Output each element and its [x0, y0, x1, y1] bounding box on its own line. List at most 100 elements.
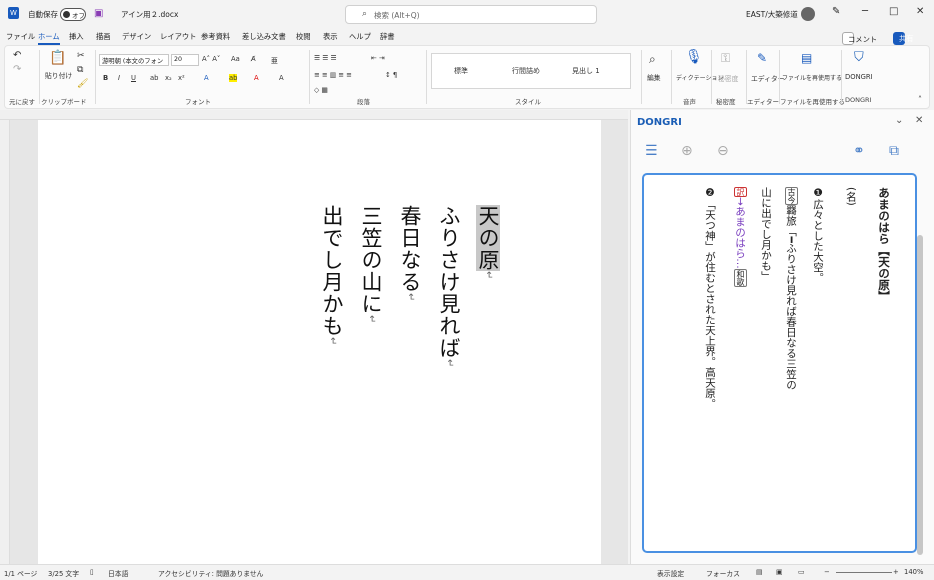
document-page[interactable]: 天の原↵ ふりさけ見れば↵ 春日なる↵ 三笠の山に↵ 出でし月かも↵: [38, 120, 601, 564]
bullets-icon[interactable]: ☰ ☰ ☰: [314, 54, 337, 62]
style-normal[interactable]: 標準: [454, 66, 468, 76]
maximize-button[interactable]: □: [889, 6, 898, 17]
copy-icon[interactable]: ⧉: [77, 65, 83, 75]
sensitivity-icon[interactable]: ⚿: [721, 51, 730, 66]
focus-mode[interactable]: フォーカス: [706, 568, 740, 578]
bold-icon[interactable]: B: [103, 74, 108, 82]
subscript-icon[interactable]: x₂: [165, 74, 172, 82]
tab-draw[interactable]: 描画: [96, 32, 111, 42]
zoom-out-icon[interactable]: −: [824, 568, 830, 576]
display-settings[interactable]: 表示設定: [657, 568, 684, 578]
phonetic-icon[interactable]: 亜: [271, 55, 278, 65]
poem-line[interactable]: 三笠の山に↵: [356, 205, 386, 324]
read-mode-icon[interactable]: ▤: [756, 568, 762, 576]
close-button[interactable]: ✕: [916, 6, 924, 17]
collapse-ribbon-icon[interactable]: ˄: [918, 95, 922, 104]
dictate-label[interactable]: ディクテーション: [676, 73, 723, 82]
underline-icon[interactable]: U: [131, 74, 136, 82]
word-count[interactable]: 3/25 文字: [48, 568, 79, 578]
poem-line[interactable]: 出でし月かも↵: [317, 205, 347, 346]
tab-mailings[interactable]: 差し込み文書: [242, 32, 286, 42]
paste-icon[interactable]: 📋: [49, 50, 66, 66]
reuse-file-icon[interactable]: ▤: [801, 51, 812, 65]
search-box[interactable]: ⌕ 検索 (Alt+Q): [345, 5, 597, 24]
italic-icon[interactable]: I: [118, 74, 120, 82]
poem-text: 春日なる: [398, 205, 422, 293]
grow-font-icon[interactable]: A˄ A˅: [202, 55, 220, 63]
menu-collapse-icon[interactable]: ☰: [645, 143, 658, 159]
page-count[interactable]: 1/1 ページ: [4, 568, 37, 578]
reuse-label[interactable]: ファイルを再使用する: [782, 73, 842, 82]
poem-line[interactable]: 春日なる↵: [395, 205, 425, 302]
redo-icon[interactable]: ↷: [13, 64, 21, 75]
tab-help[interactable]: ヘルプ: [349, 32, 371, 42]
tab-dictionary[interactable]: 辞書: [380, 32, 395, 42]
superscript-icon[interactable]: x²: [178, 74, 185, 82]
tab-file[interactable]: ファイル: [6, 32, 35, 42]
proofing-icon[interactable]: ▯: [90, 568, 94, 576]
editor-icon[interactable]: ✎: [757, 51, 767, 65]
link-icon[interactable]: ⚭: [853, 143, 865, 159]
indent-icon[interactable]: ⇤ ⇥: [371, 54, 385, 62]
sort-icon[interactable]: ↕ ¶: [385, 71, 397, 79]
save-icon[interactable]: ▣: [94, 8, 103, 19]
up-arrow-icon[interactable]: ⊕: [681, 143, 693, 159]
change-case-icon[interactable]: Aa: [231, 55, 240, 63]
font-size-select[interactable]: 20: [171, 54, 199, 66]
dongri-icon[interactable]: ⛉: [854, 50, 864, 65]
find-icon[interactable]: ⌕: [649, 52, 656, 67]
pen-icon[interactable]: ✎: [832, 6, 840, 17]
selected-text[interactable]: 天の原: [476, 205, 500, 271]
return-mark: ↵: [366, 315, 377, 325]
cut-icon[interactable]: ✂: [77, 51, 85, 61]
undo-icon[interactable]: ↶: [13, 50, 21, 61]
font-name-select[interactable]: 游明朝 (本文のフォン: [99, 54, 169, 66]
open-external-icon[interactable]: ⧉: [889, 143, 899, 159]
pane-scrollbar[interactable]: [917, 235, 923, 555]
paste-label[interactable]: 貼り付け: [45, 70, 72, 80]
pane-options-icon[interactable]: ⌄: [895, 115, 903, 126]
comment-button[interactable]: コメント: [842, 32, 877, 45]
text-effects-icon[interactable]: A: [204, 74, 209, 82]
avatar[interactable]: [801, 7, 815, 21]
microphone-icon[interactable]: 🎙: [685, 49, 703, 65]
style-heading1[interactable]: 見出し 1: [572, 66, 600, 76]
tab-view[interactable]: 表示: [323, 32, 338, 42]
tab-home[interactable]: ホーム: [38, 32, 60, 45]
tab-references[interactable]: 参考資料: [201, 32, 230, 42]
autosave-toggle[interactable]: オフ: [60, 8, 86, 21]
web-layout-icon[interactable]: ▭: [798, 568, 804, 576]
zoom-in-icon[interactable]: +: [893, 568, 899, 576]
dongri-button-label[interactable]: DONGRI: [845, 73, 873, 81]
accessibility-status[interactable]: アクセシビリティ: 問題ありません: [158, 568, 263, 578]
down-arrow-icon[interactable]: ⊖: [717, 143, 729, 159]
char-shading-icon[interactable]: A: [279, 74, 284, 82]
zoom-level[interactable]: 140%: [904, 568, 923, 576]
pane-close-icon[interactable]: ✕: [915, 115, 923, 126]
print-layout-icon[interactable]: ▣: [776, 568, 782, 576]
zoom-slider[interactable]: [836, 572, 892, 573]
font-color-icon[interactable]: A: [254, 74, 259, 82]
shading-icon[interactable]: ◇ ▦: [314, 86, 328, 94]
poem-line[interactable]: ふりさけ見れば↵: [434, 205, 464, 368]
tab-design[interactable]: デザイン: [122, 32, 151, 42]
tab-layout[interactable]: レイアウト: [160, 32, 196, 42]
highlight-icon[interactable]: ab: [229, 74, 238, 82]
tab-review[interactable]: 校閲: [296, 32, 311, 42]
align-icon[interactable]: ≡ ≡ ▥ ≡ ≡: [314, 71, 352, 79]
strikethrough-icon[interactable]: ab: [150, 74, 158, 82]
style-no-spacing[interactable]: 行間詰め: [512, 66, 540, 76]
poem-line[interactable]: 天の原↵: [473, 205, 503, 280]
sensitivity-label[interactable]: 秘密度: [718, 73, 738, 83]
language[interactable]: 日本語: [108, 568, 128, 578]
minimize-button[interactable]: ─: [862, 6, 868, 17]
waka-tag: 和歌: [734, 268, 747, 287]
edit-label[interactable]: 編集: [647, 72, 661, 82]
user-name[interactable]: EAST/大築修道: [746, 9, 798, 20]
document-title[interactable]: アイン用２.docx: [121, 9, 178, 20]
format-painter-icon[interactable]: 🖌: [77, 79, 88, 89]
share-button[interactable]: 共有: [893, 32, 914, 45]
clear-format-icon[interactable]: A̸: [251, 55, 256, 63]
cross-reference-link[interactable]: →あまのはら…: [734, 197, 746, 269]
tab-insert[interactable]: 挿入: [69, 32, 84, 42]
